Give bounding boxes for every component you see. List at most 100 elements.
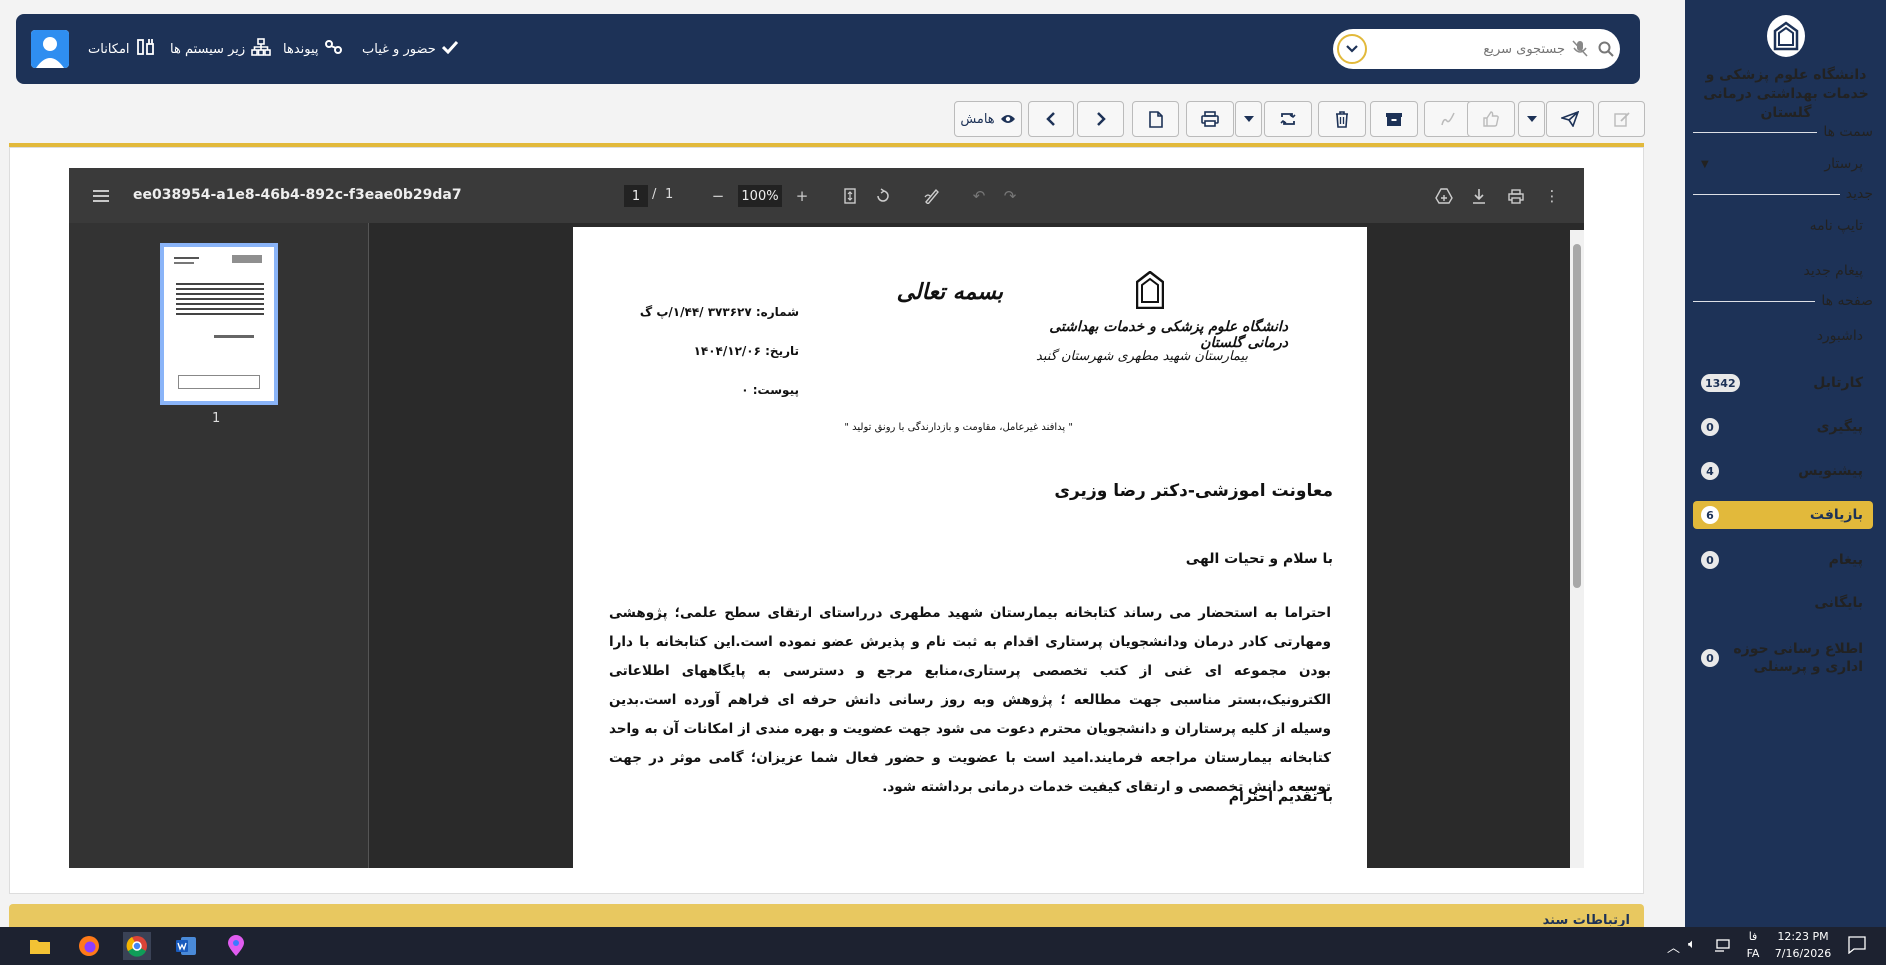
user-icon bbox=[31, 30, 69, 68]
sidebar-item-label: بایگانی bbox=[1814, 595, 1863, 611]
nav-attendance[interactable]: حضور و غیاب bbox=[362, 38, 458, 60]
hamesh-button[interactable]: هامش bbox=[954, 101, 1022, 137]
maps-pin-icon[interactable] bbox=[222, 932, 250, 960]
sign-button[interactable] bbox=[1424, 101, 1472, 137]
search-icon[interactable] bbox=[1598, 41, 1614, 61]
print-icon[interactable] bbox=[1504, 184, 1528, 208]
doc-body: احتراما به استحضار می رساند کتابخانه بیم… bbox=[609, 605, 1331, 795]
count-badge: 1342 bbox=[1701, 374, 1740, 392]
send-dropdown-button[interactable] bbox=[1518, 101, 1545, 137]
print-button[interactable] bbox=[1186, 101, 1234, 137]
page-number-input[interactable]: 1 bbox=[624, 185, 648, 207]
sidebar-item-messages[interactable]: پیغام 0 bbox=[1693, 546, 1873, 574]
sidebar-item-drafts[interactable]: پیشنویس 4 bbox=[1693, 457, 1873, 485]
refresh-button[interactable] bbox=[1264, 101, 1312, 137]
nav-label: حضور و غیاب bbox=[362, 41, 436, 57]
chrome-icon[interactable] bbox=[123, 932, 151, 960]
approve-button[interactable] bbox=[1467, 101, 1515, 137]
network-icon[interactable] bbox=[1714, 938, 1730, 957]
more-options-icon[interactable]: ⋮ bbox=[1540, 184, 1564, 208]
notifications-icon[interactable] bbox=[1848, 936, 1866, 958]
count-badge: 6 bbox=[1701, 506, 1719, 524]
sidebar-item-label: پیشنویس bbox=[1798, 463, 1863, 479]
caret-down-icon bbox=[1243, 116, 1254, 122]
file-icon bbox=[1148, 110, 1163, 128]
chevron-left-icon bbox=[1046, 112, 1055, 126]
zoom-in-icon[interactable]: + bbox=[790, 184, 814, 208]
os-taskbar bbox=[0, 927, 1886, 965]
sidebar-item-followup[interactable]: پیگیری 0 bbox=[1693, 413, 1873, 441]
section-new: جدید bbox=[1693, 183, 1873, 205]
section-posts-label: سمت ها bbox=[1823, 124, 1873, 140]
role-select[interactable]: پرستار ▼ bbox=[1693, 150, 1873, 178]
input-language-fa[interactable]: فا bbox=[1743, 930, 1763, 943]
menu-icon[interactable] bbox=[89, 184, 113, 208]
chevron-down-icon bbox=[1346, 45, 1358, 53]
sitemap-icon bbox=[251, 38, 271, 60]
new-message[interactable]: پیغام جدید bbox=[1693, 257, 1873, 285]
zoom-level[interactable]: 100% bbox=[738, 185, 782, 207]
word-icon[interactable] bbox=[172, 932, 200, 960]
count-badge: 0 bbox=[1701, 418, 1719, 436]
delete-button[interactable] bbox=[1318, 101, 1366, 137]
clock-time[interactable]: 12:23 PM bbox=[1770, 930, 1836, 943]
firefox-icon[interactable] bbox=[75, 932, 103, 960]
previous-button[interactable] bbox=[1028, 101, 1074, 137]
download-icon[interactable] bbox=[1467, 184, 1491, 208]
user-avatar[interactable] bbox=[31, 30, 69, 68]
fit-page-icon[interactable] bbox=[838, 184, 862, 208]
org-name: دانشگاه علوم پزشکی و خدمات بهداشتی درمان… bbox=[1703, 67, 1869, 121]
nav-links[interactable]: پیوندها bbox=[283, 38, 343, 60]
redo-icon[interactable]: ↷ bbox=[998, 184, 1022, 208]
next-button[interactable] bbox=[1077, 101, 1124, 137]
printer-icon bbox=[1201, 111, 1219, 127]
clock-date[interactable]: 7/16/2026 bbox=[1770, 947, 1836, 960]
sidebar-item-dashboard[interactable]: داشبورد bbox=[1693, 322, 1873, 350]
doc-header-university: دانشگاه علوم پزشکی و خدمات بهداشتی درمان… bbox=[1049, 319, 1288, 351]
more-dropdown-button[interactable] bbox=[1235, 101, 1262, 137]
thumbnail-page-label: 1 bbox=[212, 411, 221, 426]
pdf-scrollbar-thumb[interactable] bbox=[1573, 244, 1581, 588]
check-icon bbox=[441, 40, 458, 58]
sidebar-item-archive[interactable]: بایگانی bbox=[1693, 589, 1873, 617]
document-relations-panel[interactable]: ارتباطات سند bbox=[9, 904, 1644, 927]
section-posts: سمت ها bbox=[1693, 121, 1873, 143]
sidebar-item-label: پیگیری bbox=[1816, 419, 1863, 435]
annotate-icon[interactable] bbox=[920, 184, 944, 208]
sidebar-item-label: کارتابل bbox=[1813, 375, 1863, 391]
search-dropdown-toggle[interactable] bbox=[1337, 34, 1367, 64]
page-thumbnail[interactable] bbox=[160, 243, 278, 405]
archive-button[interactable] bbox=[1370, 101, 1418, 137]
nav-facilities[interactable]: امکانات bbox=[88, 38, 156, 60]
role-label: پرستار bbox=[1824, 156, 1863, 172]
edit-button[interactable] bbox=[1598, 101, 1645, 137]
section-new-label: جدید bbox=[1845, 186, 1873, 202]
new-item-label: پیغام جدید bbox=[1803, 263, 1863, 279]
pdf-filename: ee038954-a1e8-46b4-892c-f3eae0b29da7 bbox=[133, 187, 462, 203]
tools-icon bbox=[136, 38, 156, 60]
zoom-out-icon[interactable]: − bbox=[706, 184, 730, 208]
sidebar-item-announcements[interactable]: اطلاع رسانی حوزه اداری و پرسنلی 0 bbox=[1693, 638, 1873, 678]
document-relations-label: ارتباطات سند bbox=[1542, 914, 1630, 926]
eye-icon bbox=[1000, 115, 1015, 123]
file-explorer-icon[interactable] bbox=[26, 932, 54, 960]
new-type-letter[interactable]: تایپ نامه bbox=[1693, 212, 1873, 240]
university-logo-icon bbox=[1767, 15, 1805, 57]
tray-chevron-up-icon[interactable]: ︿ bbox=[1667, 937, 1680, 956]
mic-off-icon[interactable] bbox=[1572, 40, 1588, 62]
undo-icon[interactable]: ↶ bbox=[967, 184, 991, 208]
sidebar-item-recycle[interactable]: بازیافت 6 bbox=[1693, 501, 1873, 529]
page-separator: / bbox=[652, 187, 657, 202]
nav-subsystems[interactable]: زیر سیستم ها bbox=[170, 38, 271, 60]
search-input[interactable] bbox=[1377, 37, 1565, 61]
count-badge: 0 bbox=[1701, 649, 1719, 667]
volume-icon[interactable]: 🔈︎ bbox=[1688, 937, 1696, 952]
sidebar-item-inbox[interactable]: کارتابل 1342 bbox=[1693, 369, 1873, 397]
rotate-icon[interactable] bbox=[871, 184, 895, 208]
save-to-drive-icon[interactable] bbox=[1432, 184, 1456, 208]
sidebar-item-label: بازیافت bbox=[1809, 507, 1863, 523]
link-icon bbox=[324, 39, 343, 59]
input-language-code[interactable]: FA bbox=[1743, 947, 1763, 960]
send-button[interactable] bbox=[1546, 101, 1594, 137]
new-document-button[interactable] bbox=[1132, 101, 1179, 137]
